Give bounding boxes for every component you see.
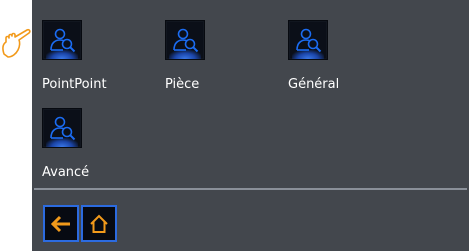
person-search-icon (173, 28, 199, 53)
menu-label-piece: Pièce (165, 77, 200, 92)
arrow-left-icon (50, 215, 70, 232)
pointing-hand-icon (2, 28, 31, 58)
person-search-icon (50, 28, 76, 53)
menu-tile-avance[interactable] (42, 108, 82, 148)
menu-label-pointpoint: PointPoint (42, 77, 107, 92)
divider (34, 188, 467, 190)
back-button[interactable] (43, 205, 79, 242)
menu-label-general: Général (288, 77, 340, 92)
menu-label-avance: Avancé (42, 165, 90, 180)
menu-tile-piece[interactable] (165, 20, 205, 60)
home-icon (90, 214, 108, 233)
person-search-icon (296, 28, 322, 53)
person-search-icon (50, 116, 76, 141)
home-button[interactable] (81, 205, 117, 242)
menu-tile-general[interactable] (288, 20, 328, 60)
menu-tile-pointpoint[interactable] (42, 20, 82, 60)
